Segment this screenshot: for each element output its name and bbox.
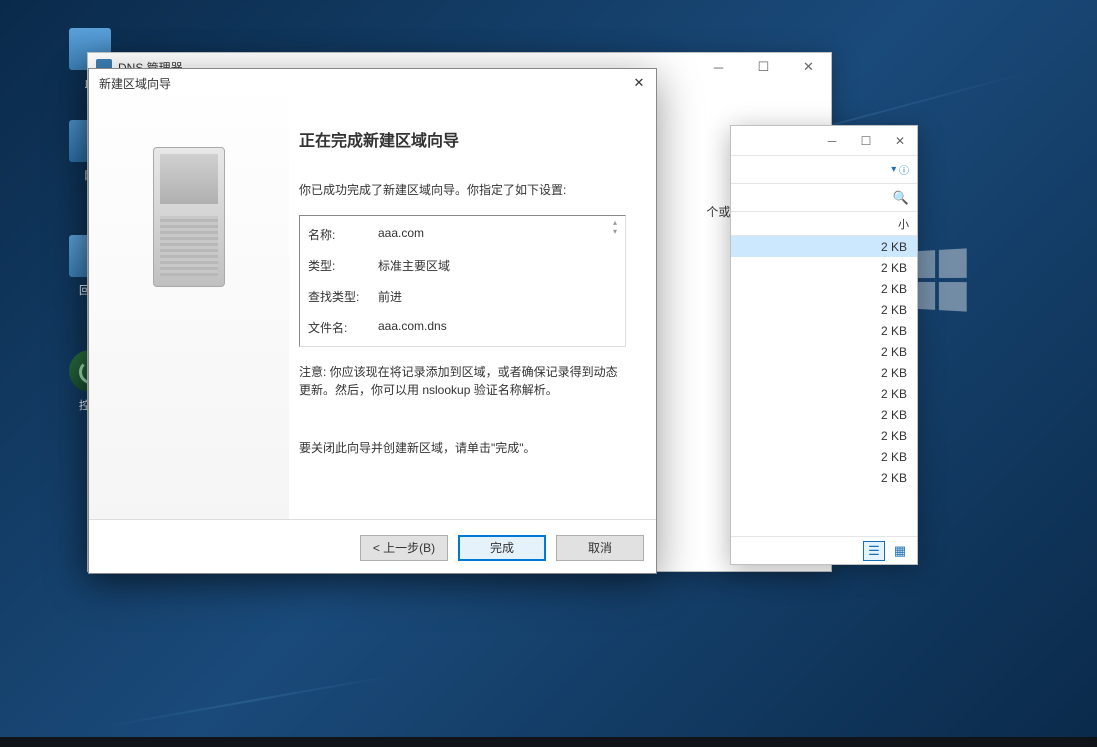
- summary-name-label: 名称:: [308, 226, 378, 243]
- wizard-titlebar[interactable]: 新建区域向导 ✕: [89, 69, 656, 97]
- view-details-button[interactable]: ☰: [863, 541, 885, 561]
- summary-lookup-value: 前进: [378, 288, 402, 305]
- wizard-closing: 要关闭此向导并创建新区域，请单击"完成"。: [299, 439, 626, 457]
- explorer-window: ─ ☐ ✕ ▾ ⓘ 🔍 小 2 KB 2 KB 2 KB 2 KB 2 KB 2…: [730, 125, 918, 565]
- explorer-search[interactable]: 🔍: [731, 184, 917, 212]
- minimize-button[interactable]: ─: [815, 126, 849, 156]
- summary-type-value: 标准主要区域: [378, 257, 450, 274]
- explorer-column-header[interactable]: 小: [731, 212, 917, 236]
- list-item[interactable]: 2 KB: [731, 404, 917, 425]
- wizard-intro: 你已成功完成了新建区域向导。你指定了如下设置:: [299, 181, 626, 199]
- list-item[interactable]: 2 KB: [731, 446, 917, 467]
- maximize-button[interactable]: ☐: [741, 53, 786, 81]
- close-button[interactable]: ✕: [883, 126, 917, 156]
- explorer-ribbon[interactable]: ▾ ⓘ: [731, 156, 917, 184]
- finish-button[interactable]: 完成: [458, 535, 546, 561]
- list-item[interactable]: 2 KB: [731, 278, 917, 299]
- minimize-button[interactable]: ─: [696, 53, 741, 81]
- wizard-heading: 正在完成新建区域向导: [299, 127, 626, 151]
- list-item[interactable]: 2 KB: [731, 425, 917, 446]
- explorer-titlebar[interactable]: ─ ☐ ✕: [731, 126, 917, 156]
- list-item[interactable]: 2 KB: [731, 299, 917, 320]
- chevron-down-icon[interactable]: ▾: [891, 164, 896, 175]
- wizard-footer: < 上一步(B) 完成 取消: [89, 519, 656, 575]
- list-item[interactable]: 2 KB: [731, 467, 917, 488]
- wizard-main: 正在完成新建区域向导 你已成功完成了新建区域向导。你指定了如下设置: 名称: a…: [289, 97, 656, 519]
- close-button[interactable]: ✕: [628, 72, 650, 94]
- explorer-file-list: 2 KB 2 KB 2 KB 2 KB 2 KB 2 KB 2 KB 2 KB …: [731, 236, 917, 488]
- list-item[interactable]: 2 KB: [731, 362, 917, 383]
- cancel-button[interactable]: 取消: [556, 535, 644, 561]
- wizard-summary-box[interactable]: 名称: aaa.com 类型: 标准主要区域 查找类型: 前进 文件名: aaa…: [299, 215, 626, 347]
- new-zone-wizard-dialog: 新建区域向导 ✕ 正在完成新建区域向导 你已成功完成了新建区域向导。你指定了如下…: [88, 68, 657, 574]
- view-icons-button[interactable]: ▦: [889, 541, 911, 561]
- close-button[interactable]: ✕: [786, 53, 831, 81]
- summary-file-value: aaa.com.dns: [378, 319, 447, 336]
- summary-name-value: aaa.com: [378, 226, 424, 243]
- list-item[interactable]: 2 KB: [731, 383, 917, 404]
- summary-file-label: 文件名:: [308, 319, 378, 336]
- column-size-label: 小: [898, 216, 909, 232]
- server-icon: [153, 147, 225, 287]
- summary-type-label: 类型:: [308, 257, 378, 274]
- list-item[interactable]: 2 KB: [731, 257, 917, 278]
- summary-lookup-label: 查找类型:: [308, 288, 378, 305]
- windows-logo: [910, 248, 967, 311]
- list-item[interactable]: 2 KB: [731, 320, 917, 341]
- taskbar[interactable]: [0, 737, 1097, 747]
- wizard-title-text: 新建区域向导: [99, 75, 171, 92]
- maximize-button[interactable]: ☐: [849, 126, 883, 156]
- list-item[interactable]: 2 KB: [731, 236, 917, 257]
- wizard-note: 注意: 你应该现在将记录添加到区域，或者确保记录得到动态更新。然后，你可以用 n…: [299, 363, 626, 399]
- wizard-sidebar: [89, 97, 289, 519]
- explorer-statusbar: ☰ ▦: [731, 536, 917, 564]
- list-item[interactable]: 2 KB: [731, 341, 917, 362]
- back-button[interactable]: < 上一步(B): [360, 535, 448, 561]
